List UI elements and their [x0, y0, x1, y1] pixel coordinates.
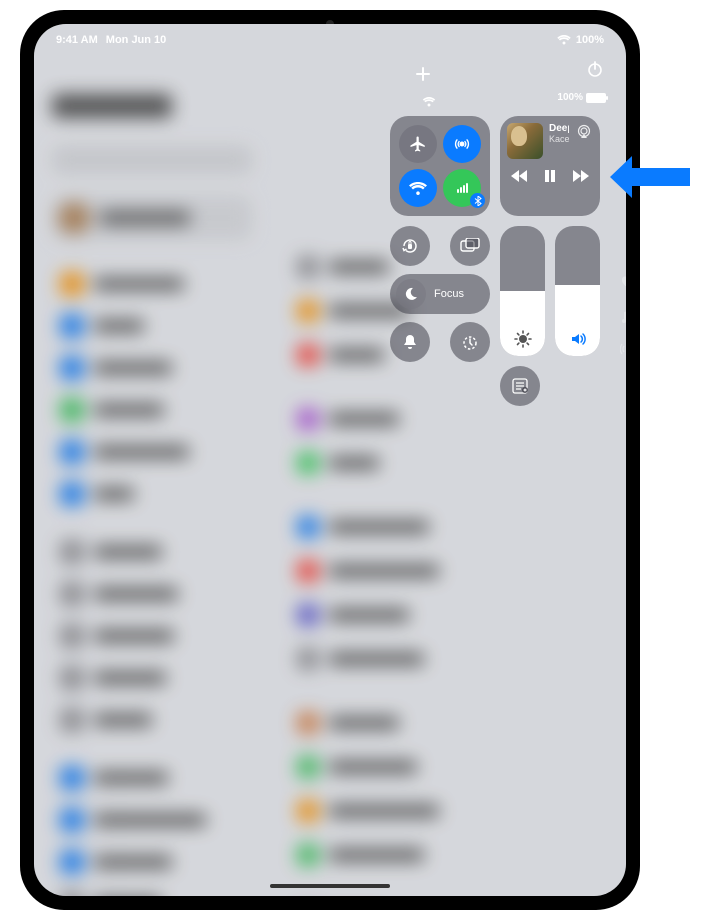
power-icon[interactable]: [586, 60, 604, 78]
orientation-lock-button[interactable]: [390, 226, 430, 266]
play-pause-button[interactable]: [543, 169, 557, 183]
wifi-toggle[interactable]: [396, 166, 440, 210]
control-center: Deeper Well Kacey Musgrave: [390, 116, 612, 436]
airdrop-icon: [452, 134, 472, 154]
screen-mirroring-icon: [460, 238, 480, 254]
battery-icon: [586, 93, 606, 103]
controls-right-stack: [500, 226, 600, 436]
brightness-slider[interactable]: [500, 226, 545, 356]
album-art: [507, 123, 543, 159]
silent-mode-button[interactable]: [390, 322, 430, 362]
home-indicator[interactable]: [270, 884, 390, 888]
screen-mirroring-button[interactable]: [450, 226, 490, 266]
battery-indicator: 100%: [557, 92, 606, 103]
moon-icon: [404, 287, 418, 301]
status-date: Mon Jun 10: [106, 34, 167, 46]
track-artist: Kacey Musgrave: [549, 134, 569, 144]
status-time: 9:41 AM: [56, 34, 98, 46]
timer-button[interactable]: [450, 322, 490, 362]
ipad-device-frame: 9:41 AM Mon Jun 10 100% 100%: [20, 10, 640, 910]
control-center-add-icon[interactable]: [415, 66, 431, 82]
airplane-mode-toggle[interactable]: [396, 122, 440, 166]
bell-icon: [402, 333, 418, 351]
previous-track-button[interactable]: [511, 170, 527, 182]
quick-note-button[interactable]: [500, 366, 540, 406]
heart-icon[interactable]: [621, 276, 626, 289]
orientation-lock-icon: [400, 236, 420, 256]
now-playing-tile[interactable]: Deeper Well Kacey Musgrave: [500, 116, 600, 216]
volume-icon: [569, 330, 587, 348]
connectivity-group[interactable]: [390, 116, 490, 216]
cellular-toggle[interactable]: [440, 166, 484, 210]
airplay-icon[interactable]: [575, 123, 593, 141]
ipad-screen: 9:41 AM Mon Jun 10 100% 100%: [34, 24, 626, 896]
cellular-bars-icon: [457, 183, 468, 193]
quick-note-icon: [511, 377, 529, 395]
wifi-icon: [408, 180, 428, 196]
focus-label: Focus: [434, 288, 464, 300]
status-battery-text: 100%: [576, 34, 604, 46]
hotspot-icon[interactable]: [620, 343, 626, 355]
status-bar: 9:41 AM Mon Jun 10 100%: [34, 34, 626, 46]
brightness-icon: [514, 330, 532, 348]
airdrop-toggle[interactable]: [440, 122, 484, 166]
bluetooth-icon: [474, 196, 482, 206]
bluetooth-toggle[interactable]: [470, 193, 485, 208]
next-track-button[interactable]: [573, 170, 589, 182]
timer-icon: [461, 333, 479, 351]
context-wifi-icon: [422, 96, 436, 107]
control-center-side-icons: [620, 276, 626, 355]
controls-left-stack: Focus: [390, 226, 490, 436]
airplane-icon: [409, 135, 427, 153]
volume-slider[interactable]: [555, 226, 600, 356]
music-icon[interactable]: [622, 309, 627, 323]
focus-button[interactable]: Focus: [390, 274, 490, 314]
track-title: Deeper Well: [549, 123, 569, 134]
callout-arrow: [610, 156, 690, 198]
status-wifi-icon: [557, 35, 571, 45]
